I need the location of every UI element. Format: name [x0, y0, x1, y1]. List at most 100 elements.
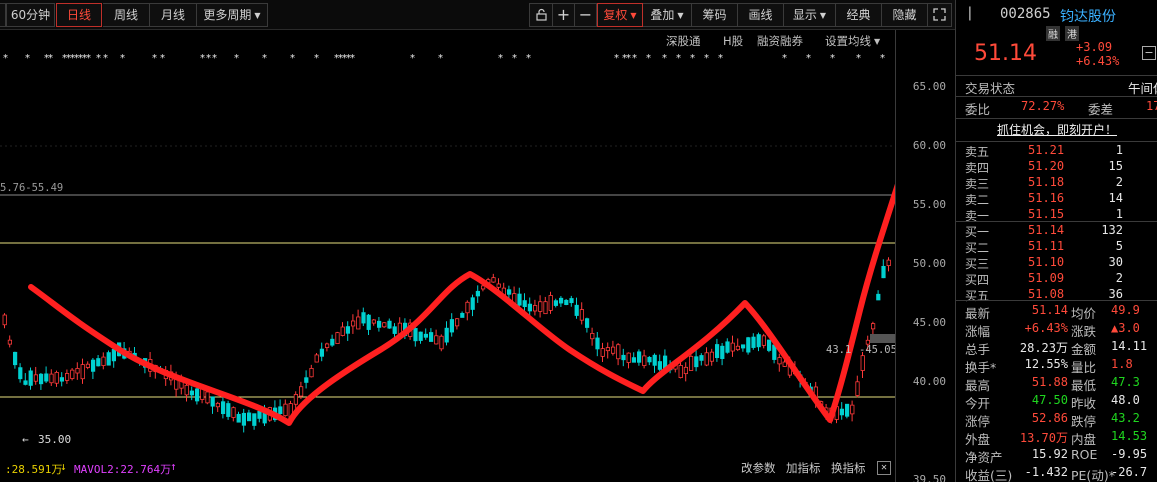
event-star-icon[interactable]: * — [3, 53, 8, 64]
candle-body — [496, 283, 501, 288]
switch-indicator-button[interactable]: 换指标 — [831, 460, 866, 476]
period-daily-button[interactable]: 日线 — [56, 3, 102, 27]
draw-line-button[interactable]: 画线 — [738, 3, 784, 27]
event-star-icon[interactable]: * — [438, 53, 443, 64]
stat-value: 14.53 — [1111, 429, 1148, 443]
stat-label: 总手 — [965, 342, 991, 357]
event-star-icon[interactable]: * — [120, 53, 125, 64]
classic-button[interactable]: 经典 — [836, 3, 882, 27]
orderbook-row[interactable]: 卖五 51.21 1 — [956, 143, 1157, 159]
stat-label: 涨幅 — [965, 324, 991, 339]
period-monthly-button[interactable]: 月线 — [150, 3, 197, 27]
sgt-link[interactable]: 深股通 — [666, 33, 701, 49]
event-star-icon[interactable]: * — [410, 53, 415, 64]
margin-link[interactable]: 融资融券 — [757, 33, 803, 49]
event-star-icon[interactable]: * — [614, 53, 619, 64]
orderbook-row[interactable]: 卖四 51.20 15 — [956, 159, 1157, 175]
lock-button[interactable] — [529, 3, 553, 27]
candle-body — [423, 333, 429, 338]
edit-params-button[interactable]: 改参数 — [741, 460, 776, 476]
kline-chart[interactable]: * * * * * * * * * * * * * * * * * * * * * * * * * * * * * * * * * * * * * * * *… — [0, 50, 913, 482]
orderbook-row[interactable]: 买二 51.11 5 — [956, 239, 1157, 255]
event-star-icon[interactable]: * — [262, 53, 267, 64]
orderbook-row[interactable]: 买三 51.10 30 — [956, 255, 1157, 271]
event-star-icon[interactable]: * — [96, 53, 101, 64]
orderbook-row[interactable]: 买四 51.09 2 — [956, 271, 1157, 287]
stat-value: 52.86 — [1031, 411, 1068, 425]
event-star-icon[interactable]: * — [718, 53, 723, 64]
event-star-icon[interactable]: * — [212, 53, 217, 64]
zoom-out-button[interactable]: − — [575, 3, 597, 27]
stats-row: 涨幅 +6.43% 涨跌 ▲3.0 — [956, 321, 1157, 339]
add-indicator-button[interactable]: 加指标 — [786, 460, 821, 476]
event-star-icon[interactable]: * — [152, 53, 157, 64]
close-indicator-button[interactable]: ✕ — [877, 461, 891, 475]
event-star-icon[interactable]: * — [662, 53, 667, 64]
event-star-icon[interactable]: * — [290, 53, 295, 64]
fullscreen-button[interactable] — [928, 3, 952, 27]
candle-body — [345, 326, 351, 334]
set-ma-dropdown[interactable]: 设置均线 ▼ — [825, 33, 880, 49]
period-weekly-button[interactable]: 周线 — [103, 3, 150, 27]
hide-button[interactable]: 隐藏 — [882, 3, 928, 27]
order-level-label: 买三 — [965, 257, 990, 271]
event-star-icon[interactable]: * — [206, 53, 211, 64]
event-star-icon[interactable]: * — [704, 53, 709, 64]
event-star-icon[interactable]: * — [782, 53, 787, 64]
divider — [956, 221, 1157, 222]
event-star-icon[interactable]: * — [830, 53, 835, 64]
close-icon: ✕ — [880, 462, 888, 473]
event-star-icon[interactable]: * — [200, 53, 205, 64]
orderbook-row[interactable]: 买一 51.14 132 — [956, 223, 1157, 239]
event-star-icon[interactable]: * — [86, 53, 91, 64]
event-star-icon[interactable]: * — [690, 53, 695, 64]
promo-row[interactable]: 抓住机会，即刻开户！ — [956, 121, 1157, 139]
order-level-label: 买一 — [965, 225, 990, 239]
event-star-icon[interactable]: * — [498, 53, 503, 64]
fuquan-dropdown[interactable]: 复权 ▼ — [597, 3, 643, 27]
candle-body — [59, 377, 65, 382]
event-star-icon[interactable]: * — [526, 53, 531, 64]
event-star-icon[interactable]: * — [314, 53, 319, 64]
candle-body — [491, 277, 496, 283]
zoom-in-button[interactable]: + — [553, 3, 575, 27]
orderbook-row[interactable]: 卖三 51.18 2 — [956, 175, 1157, 191]
chips-button[interactable]: 筹码 — [692, 3, 738, 27]
event-star-icon[interactable]: * — [512, 53, 517, 64]
stats-row: 今开 47.50 昨收 48.0 — [956, 393, 1157, 411]
period-60min-button[interactable]: 60分钟 — [6, 3, 55, 27]
event-star-icon[interactable]: * — [646, 53, 651, 64]
order-price: 51.18 — [1028, 175, 1065, 189]
event-star-icon[interactable]: * — [160, 53, 165, 64]
candle-body — [538, 301, 543, 312]
display-dropdown[interactable]: 显示 ▼ — [784, 3, 836, 27]
overlay-dropdown[interactable]: 叠加 ▼ — [643, 3, 692, 27]
back-icon[interactable]: ❘ — [964, 5, 976, 21]
stock-name[interactable]: 钧达股份 — [1060, 6, 1116, 26]
collapse-button[interactable]: − — [1142, 46, 1156, 60]
orderbook-row[interactable]: 卖二 51.16 14 — [956, 191, 1157, 207]
event-star-icon[interactable]: * — [632, 53, 637, 64]
open-account-link[interactable]: 抓住机会，即刻开户！ — [997, 123, 1117, 137]
event-star-icon[interactable]: * — [350, 53, 355, 64]
event-star-icon[interactable]: * — [48, 53, 53, 64]
event-star-icon[interactable]: * — [103, 53, 108, 64]
stats-row: 最新 51.14 均价 49.9 — [956, 303, 1157, 321]
price-change-pct: +6.43% — [1076, 54, 1120, 68]
stat-value: 49.9 — [1111, 303, 1140, 317]
stat-label: 最新 — [965, 306, 991, 321]
event-star-icon[interactable]: * — [234, 53, 239, 64]
event-star-icon[interactable]: * — [626, 53, 631, 64]
event-star-icon[interactable]: * — [806, 53, 811, 64]
event-star-icon[interactable]: * — [880, 53, 885, 64]
event-star-icon[interactable]: * — [676, 53, 681, 64]
stock-header: ❘ 002865 钧达股份 — [956, 3, 1157, 27]
h-share-link[interactable]: H股 — [723, 33, 743, 49]
event-star-icon[interactable]: * — [856, 53, 861, 64]
candle-body — [657, 361, 663, 370]
candle-body — [439, 335, 444, 350]
candle-body — [611, 346, 616, 354]
more-periods-dropdown[interactable]: 更多周期 ▼ — [197, 3, 268, 27]
candle-body — [444, 327, 449, 343]
event-star-icon[interactable]: * — [25, 53, 30, 64]
